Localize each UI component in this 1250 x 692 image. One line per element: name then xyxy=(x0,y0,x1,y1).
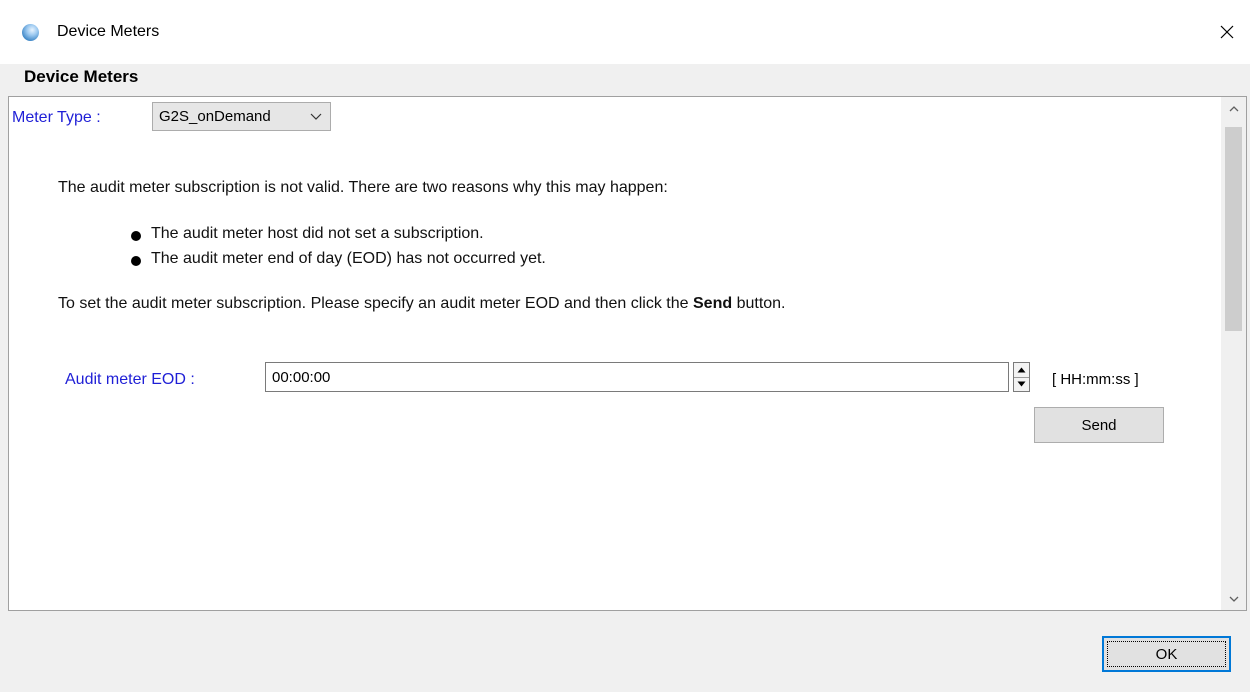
scroll-down-button[interactable] xyxy=(1221,588,1246,610)
scroll-thumb[interactable] xyxy=(1225,127,1242,331)
section-header: Device Meters xyxy=(24,67,139,86)
meters-panel: Meter Type : G2S_onDemand The audit mete… xyxy=(8,96,1247,611)
reason-item: The audit meter end of day (EOD) has not… xyxy=(151,250,546,267)
intro-text: The audit meter subscription is not vali… xyxy=(58,179,668,196)
close-button[interactable] xyxy=(1204,0,1250,64)
vertical-scrollbar[interactable] xyxy=(1221,97,1246,610)
instruction-bold: Send xyxy=(693,295,733,312)
eod-spinner xyxy=(1013,362,1030,392)
spin-down-button[interactable] xyxy=(1014,377,1029,391)
triangle-up-icon xyxy=(1017,367,1026,373)
eod-time-input[interactable] xyxy=(265,362,1009,392)
instruction-post: button. xyxy=(732,295,786,312)
triangle-down-icon xyxy=(1017,381,1026,387)
instruction-text: To set the audit meter subscription. Ple… xyxy=(58,295,786,313)
eod-label: Audit meter EOD : xyxy=(65,371,195,388)
reason-item: The audit meter host did not set a subsc… xyxy=(151,225,484,242)
spin-up-button[interactable] xyxy=(1014,363,1029,378)
close-icon xyxy=(1220,25,1234,39)
scroll-up-button[interactable] xyxy=(1221,97,1246,119)
instruction-pre: To set the audit meter subscription. Ple… xyxy=(58,295,693,312)
send-button[interactable]: Send xyxy=(1034,407,1164,443)
app-icon xyxy=(22,24,39,41)
focus-ring xyxy=(1107,641,1226,667)
bullet-icon xyxy=(131,256,141,266)
window-title: Device Meters xyxy=(57,23,160,40)
bullet-icon xyxy=(131,231,141,241)
meter-type-label: Meter Type : xyxy=(12,109,101,126)
chevron-down-icon xyxy=(310,113,322,120)
time-format-hint: [ HH:mm:ss ] xyxy=(1052,371,1139,388)
chevron-up-icon xyxy=(1229,105,1238,111)
title-bar: Device Meters xyxy=(0,0,1250,64)
ok-button[interactable]: OK xyxy=(1102,636,1231,672)
meter-type-select[interactable]: G2S_onDemand xyxy=(152,102,331,131)
meter-type-value: G2S_onDemand xyxy=(159,108,271,125)
chevron-down-icon xyxy=(1229,596,1238,602)
